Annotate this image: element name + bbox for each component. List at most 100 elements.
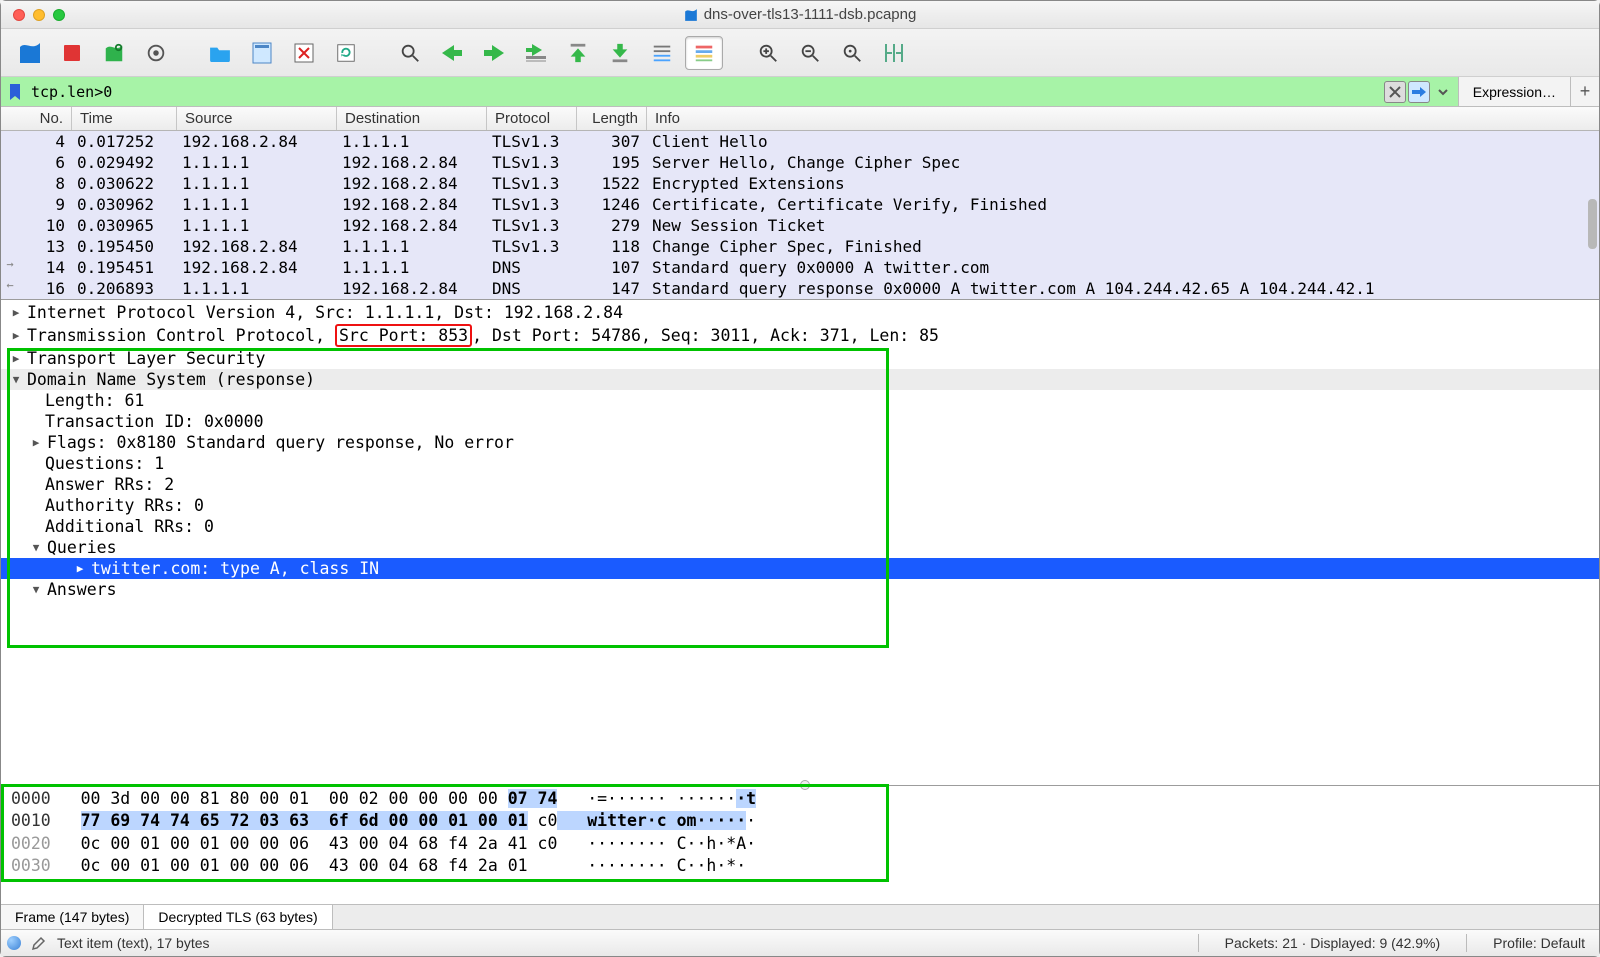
col-source[interactable]: Source — [176, 107, 336, 130]
cell-proto: TLSv1.3 — [486, 215, 576, 236]
edit-icon[interactable] — [31, 935, 47, 951]
packet-row[interactable]: 60.0294921.1.1.1192.168.2.84TLSv1.3195Se… — [1, 152, 1599, 173]
hex-row[interactable]: 0010 77 69 74 74 65 72 03 63 6f 6d 00 00… — [11, 810, 1599, 832]
cell-dst: 192.168.2.84 — [336, 173, 486, 194]
zoom-in-button[interactable] — [749, 36, 787, 70]
zoom-reset-button[interactable] — [833, 36, 871, 70]
jump-to-icon — [524, 42, 548, 64]
resize-columns-button[interactable] — [875, 36, 913, 70]
autoscroll-icon — [651, 42, 673, 64]
pane-resize-handle[interactable] — [800, 780, 810, 790]
packet-row[interactable]: 100.0309651.1.1.1192.168.2.84TLSv1.3279N… — [1, 215, 1599, 236]
packet-row[interactable]: ←160.2068931.1.1.1192.168.2.84DNS147Stan… — [1, 278, 1599, 299]
col-destination[interactable]: Destination — [336, 107, 486, 130]
cell-time: 0.206893 — [71, 278, 176, 299]
packet-bytes-pane[interactable]: 0000 00 3d 00 00 81 80 00 01 00 02 00 00… — [1, 786, 1599, 904]
status-profile[interactable]: Profile: Default — [1485, 935, 1593, 951]
related-out-icon: → — [1, 257, 19, 271]
restart-fin-icon — [103, 42, 125, 64]
colorize-button[interactable] — [685, 36, 723, 70]
window-maximize-button[interactable] — [53, 9, 65, 21]
col-info[interactable]: Info — [646, 107, 1599, 130]
tree-dns-transaction-id[interactable]: Transaction ID: 0x0000 — [1, 411, 1599, 432]
tree-dns-answers[interactable]: ▼Answers — [1, 579, 1599, 600]
close-file-icon — [293, 42, 315, 64]
tree-tcp[interactable]: ▶Transmission Control Protocol, Src Port… — [1, 323, 1599, 348]
go-forward-button[interactable] — [475, 36, 513, 70]
tree-dns-length[interactable]: Length: 61 — [1, 390, 1599, 411]
save-file-button[interactable] — [243, 36, 281, 70]
window-close-button[interactable] — [13, 9, 25, 21]
packet-list-header[interactable]: No. Time Source Destination Protocol Len… — [1, 107, 1599, 131]
arrow-apply-icon — [1412, 87, 1426, 97]
cell-len: 147 — [576, 278, 646, 299]
restart-capture-button[interactable] — [95, 36, 133, 70]
cell-dst: 1.1.1.1 — [336, 131, 486, 152]
filter-history-button[interactable] — [1432, 81, 1454, 103]
cell-time: 0.030962 — [71, 194, 176, 215]
capture-options-button[interactable] — [137, 36, 175, 70]
col-time[interactable]: Time — [71, 107, 176, 130]
reload-icon — [335, 42, 357, 64]
tab-decrypted-tls-bytes[interactable]: Decrypted TLS (63 bytes) — [144, 905, 332, 929]
go-to-last-button[interactable] — [601, 36, 639, 70]
hex-row[interactable]: 0020 0c 00 01 00 01 00 00 06 43 00 04 68… — [11, 833, 1599, 855]
hex-row[interactable]: 0000 00 3d 00 00 81 80 00 01 00 02 00 00… — [11, 788, 1599, 810]
add-filter-button[interactable]: + — [1571, 77, 1599, 106]
display-filter-field[interactable] — [1, 77, 1459, 106]
cell-len: 307 — [576, 131, 646, 152]
packet-row[interactable]: 80.0306221.1.1.1192.168.2.84TLSv1.31522E… — [1, 173, 1599, 194]
reload-file-button[interactable] — [327, 36, 365, 70]
apply-filter-button[interactable] — [1408, 81, 1430, 103]
display-filter-input[interactable] — [27, 81, 1380, 103]
cell-proto: TLSv1.3 — [486, 152, 576, 173]
go-to-first-button[interactable] — [559, 36, 597, 70]
packet-list-scrollbar[interactable] — [1588, 133, 1597, 297]
tree-dns-queries[interactable]: ▼Queries — [1, 537, 1599, 558]
window-title: dns-over-tls13-1111-dsb.pcapng — [704, 6, 917, 23]
resize-columns-icon — [882, 42, 906, 64]
bookmark-icon[interactable] — [9, 84, 23, 100]
packet-row[interactable]: 90.0309621.1.1.1192.168.2.84TLSv1.31246C… — [1, 194, 1599, 215]
tree-dns-authority-rrs[interactable]: Authority RRs: 0 — [1, 495, 1599, 516]
chevron-down-icon — [1438, 87, 1448, 97]
tree-dns-additional-rrs[interactable]: Additional RRs: 0 — [1, 516, 1599, 537]
packet-list-pane[interactable]: No. Time Source Destination Protocol Len… — [1, 107, 1599, 300]
packet-row[interactable]: 130.195450192.168.2.841.1.1.1TLSv1.3118C… — [1, 236, 1599, 257]
expert-info-button[interactable] — [7, 936, 21, 950]
tree-dns[interactable]: ▼Domain Name System (response) — [1, 369, 1599, 390]
window-minimize-button[interactable] — [33, 9, 45, 21]
tree-dns-answer-rrs[interactable]: Answer RRs: 2 — [1, 474, 1599, 495]
packet-row[interactable]: →140.195451192.168.2.841.1.1.1DNS107Stan… — [1, 257, 1599, 278]
cell-info: Change Cipher Spec, Finished — [646, 236, 1599, 257]
packet-details-pane[interactable]: ▶Internet Protocol Version 4, Src: 1.1.1… — [1, 300, 1599, 786]
tree-dns-query-item[interactable]: ▶twitter.com: type A, class IN — [1, 558, 1599, 579]
cell-len: 118 — [576, 236, 646, 257]
cell-no: 10 — [1, 215, 71, 236]
tree-dns-questions[interactable]: Questions: 1 — [1, 453, 1599, 474]
open-file-button[interactable] — [201, 36, 239, 70]
find-packet-button[interactable] — [391, 36, 429, 70]
start-capture-button[interactable] — [11, 36, 49, 70]
cell-time: 0.195450 — [71, 236, 176, 257]
zoom-out-button[interactable] — [791, 36, 829, 70]
expression-button[interactable]: Expression… — [1459, 77, 1571, 106]
tree-dns-flags[interactable]: ▶Flags: 0x8180 Standard query response, … — [1, 432, 1599, 453]
packet-row[interactable]: 40.017252192.168.2.841.1.1.1TLSv1.3307Cl… — [1, 131, 1599, 152]
clear-filter-button[interactable] — [1384, 81, 1406, 103]
zoom-out-icon — [799, 42, 821, 64]
go-to-packet-button[interactable] — [517, 36, 555, 70]
close-file-button[interactable] — [285, 36, 323, 70]
hex-row[interactable]: 0030 0c 00 01 00 01 00 00 06 43 00 04 68… — [11, 855, 1599, 877]
cell-dst: 1.1.1.1 — [336, 236, 486, 257]
auto-scroll-button[interactable] — [643, 36, 681, 70]
tree-tls[interactable]: ▶Transport Layer Security — [1, 348, 1599, 369]
tree-ip[interactable]: ▶Internet Protocol Version 4, Src: 1.1.1… — [1, 302, 1599, 323]
col-no[interactable]: No. — [1, 107, 71, 130]
status-packet-counts: Packets: 21 · Displayed: 9 (42.9%) — [1217, 935, 1449, 951]
col-length[interactable]: Length — [576, 107, 646, 130]
tab-frame-bytes[interactable]: Frame (147 bytes) — [1, 905, 144, 929]
col-protocol[interactable]: Protocol — [486, 107, 576, 130]
stop-capture-button[interactable] — [53, 36, 91, 70]
go-back-button[interactable] — [433, 36, 471, 70]
